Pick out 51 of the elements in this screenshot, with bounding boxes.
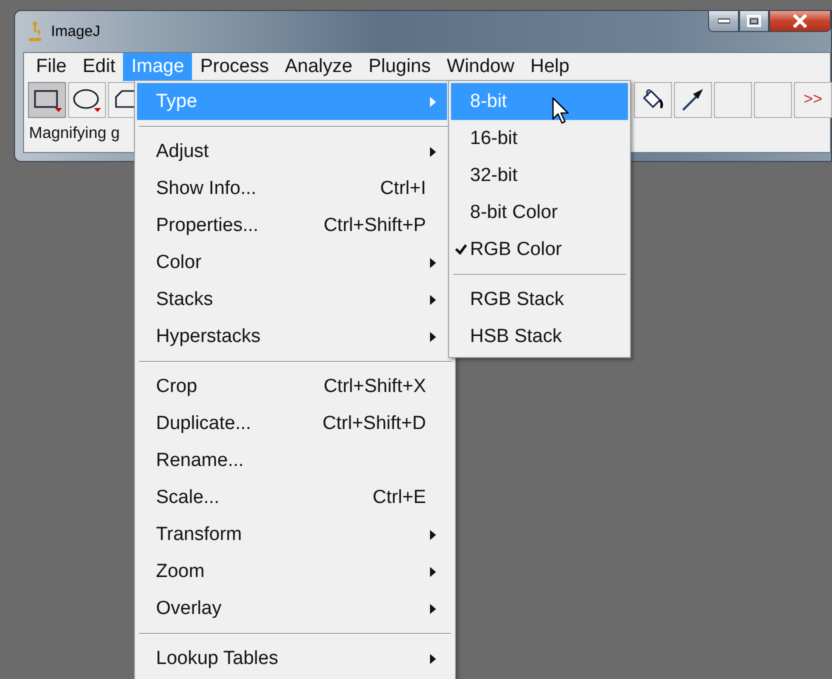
menu-item[interactable]: Hyperstacks — [137, 318, 447, 355]
menu-item[interactable]: Transform — [137, 516, 447, 553]
tool-button[interactable] — [68, 82, 106, 118]
tool-button[interactable] — [28, 82, 66, 118]
menu-bar-item[interactable]: Process — [192, 53, 277, 81]
minimize-button[interactable] — [708, 11, 739, 32]
menu-item[interactable]: Color — [137, 244, 447, 281]
menu-item[interactable]: Properties... Ctrl+Shift+P — [137, 207, 447, 244]
more-tools-button[interactable]: >> — [794, 82, 832, 118]
menu-item[interactable]: Stacks — [137, 281, 447, 318]
shortcut-label: Ctrl+Shift+X — [324, 376, 426, 398]
menu-item[interactable]: Scale... Ctrl+E — [137, 479, 447, 516]
dropper-icon — [680, 87, 706, 113]
menu-bar-item[interactable]: Analyze — [276, 53, 360, 81]
menu-bar-item[interactable]: Plugins — [360, 53, 439, 81]
pointer-icon — [552, 97, 570, 125]
checkmark-icon — [454, 244, 466, 255]
shortcut-label: Ctrl+Shift+P — [324, 214, 426, 236]
menu-bar-item[interactable]: File — [28, 53, 75, 81]
close-icon — [792, 14, 808, 28]
oval-icon — [72, 87, 102, 113]
microscope-icon — [27, 20, 43, 42]
menu-bar-item[interactable]: Help — [522, 53, 578, 81]
minimize-icon — [718, 18, 730, 24]
menu-item[interactable]: HSB Stack — [451, 318, 628, 355]
status-text: Magnifying g — [28, 124, 120, 143]
menu-item[interactable]: Show Info... Ctrl+I — [137, 170, 447, 207]
menu-item[interactable]: 16-bit — [451, 120, 628, 157]
maximize-button[interactable] — [739, 11, 769, 32]
close-button[interactable] — [769, 11, 831, 32]
menu-bar-item[interactable]: Edit — [74, 53, 124, 81]
menu-item[interactable]: RGB Stack — [451, 281, 628, 318]
rectangle-icon — [32, 87, 62, 113]
menu-item[interactable]: Rename... — [137, 442, 447, 479]
tool-button[interactable] — [634, 82, 672, 118]
menu-item[interactable]: 8-bit Color — [451, 194, 628, 231]
menu-item[interactable]: 32-bit — [451, 157, 628, 194]
maximize-icon — [747, 15, 761, 27]
shortcut-label: Ctrl+E — [372, 486, 426, 508]
shortcut-label: Ctrl+I — [380, 178, 426, 200]
menu-item[interactable]: Overlay — [137, 590, 447, 627]
menu-item[interactable]: Adjust — [137, 133, 447, 170]
menu-item[interactable]: RGB Color — [451, 231, 628, 268]
tool-button[interactable] — [674, 82, 712, 118]
window-title: ImageJ — [51, 23, 100, 40]
menu-bar-item[interactable]: Window — [438, 53, 522, 81]
shortcut-label: Ctrl+Shift+D — [322, 412, 426, 434]
menu-item[interactable]: Crop Ctrl+Shift+X — [137, 368, 447, 405]
menu-item[interactable]: Duplicate... Ctrl+Shift+D — [137, 405, 447, 442]
menu-item[interactable]: Zoom — [137, 553, 447, 590]
menu-item[interactable]: Lookup Tables — [137, 640, 447, 677]
